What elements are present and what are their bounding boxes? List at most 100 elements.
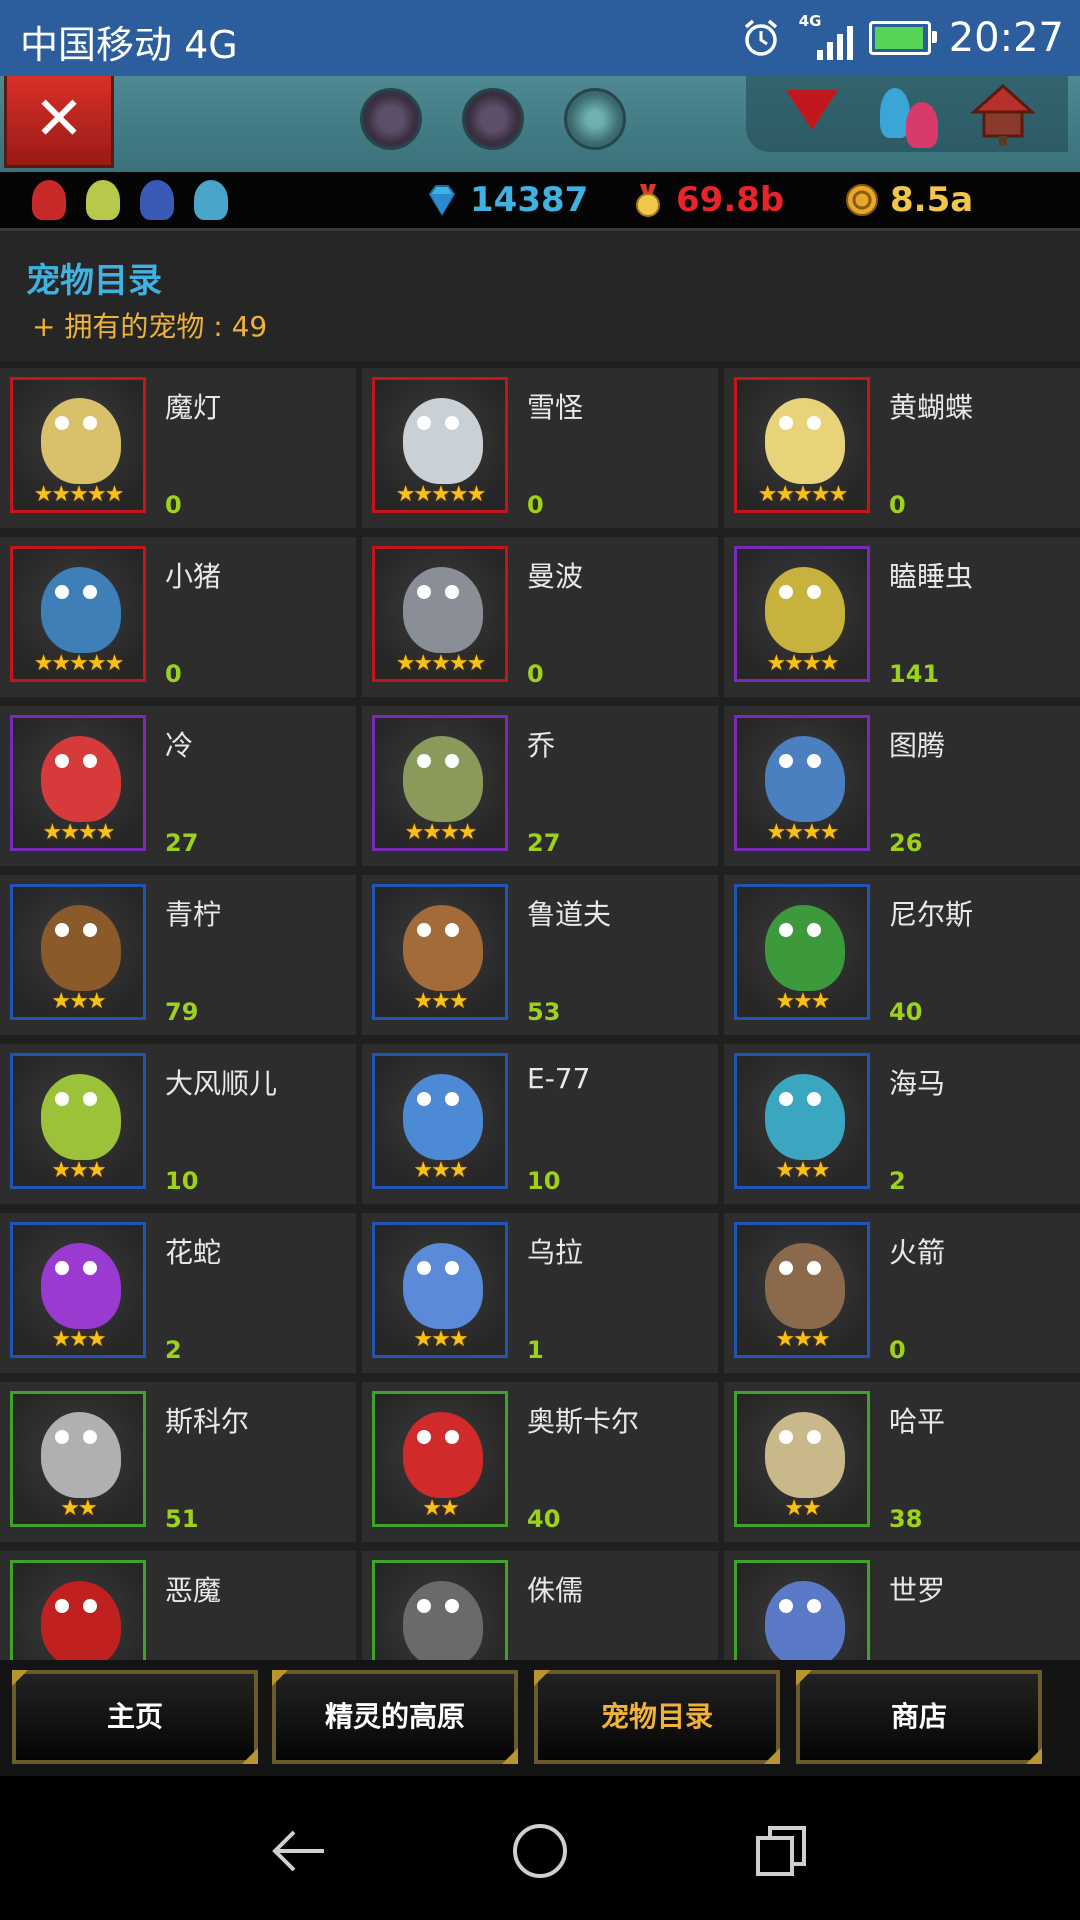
pet-name: 小猪 xyxy=(165,560,222,593)
nav-shop-button[interactable]: 商店 xyxy=(796,1670,1042,1764)
bottom-nav: 主页 精灵的高原 宠物目录 商店 xyxy=(0,1660,1080,1776)
hero-avatar[interactable] xyxy=(140,180,174,220)
status-bar: 中国移动 4G 4G 20:27 xyxy=(0,0,1080,76)
pet-portrait: ★★★ xyxy=(10,884,146,1020)
pet-portrait xyxy=(372,1560,508,1660)
pet-portrait: ★★★★★ xyxy=(10,546,146,682)
hero-avatar[interactable] xyxy=(32,180,66,220)
pet-stars: ★★★★ xyxy=(404,820,478,845)
pet-creature-icon xyxy=(41,398,121,484)
alarm-icon xyxy=(744,19,777,56)
pet-card[interactable]: ★★★★ 冷 27 xyxy=(0,706,356,866)
pet-name: 火箭 xyxy=(889,1236,946,1269)
pet-creature-icon xyxy=(403,1412,483,1498)
hero-avatar[interactable] xyxy=(86,180,120,220)
pet-card[interactable]: ★★ 奥斯卡尔 40 xyxy=(362,1382,718,1542)
pet-card[interactable]: ★★★★★ 雪怪 0 xyxy=(362,368,718,528)
pet-card[interactable]: ★★★★ 图腾 26 xyxy=(724,706,1080,866)
home-icon[interactable] xyxy=(505,1816,575,1886)
pet-count: 53 xyxy=(527,998,561,1026)
back-icon[interactable] xyxy=(264,1816,334,1886)
pet-card[interactable]: ★★★ 尼尔斯 40 xyxy=(724,875,1080,1035)
pet-card[interactable]: ★★★ 青柠 79 xyxy=(0,875,356,1035)
pet-card[interactable]: ★★ 斯科尔 51 xyxy=(0,1382,356,1542)
pet-card[interactable]: ★★★★ 乔 27 xyxy=(362,706,718,866)
pet-creature-icon xyxy=(41,1074,121,1160)
game-top-bar: ✕ xyxy=(0,76,1080,172)
pet-card[interactable]: ★★★ 火箭 0 xyxy=(724,1213,1080,1373)
pet-card[interactable]: ★★★ 大风顺儿 10 xyxy=(0,1044,356,1204)
system-nav-bar xyxy=(0,1776,1080,1920)
pet-portrait xyxy=(734,1560,870,1660)
pet-count: 0 xyxy=(889,491,906,519)
pet-card[interactable]: ★★★ 乌拉 1 xyxy=(362,1213,718,1373)
friends-icon[interactable] xyxy=(876,84,946,148)
pet-portrait xyxy=(10,1560,146,1660)
nav-plateau-button[interactable]: 精灵的高原 xyxy=(272,1670,518,1764)
pet-name: 海马 xyxy=(889,1067,946,1100)
pet-count: 10 xyxy=(165,1167,199,1195)
pet-name: 图腾 xyxy=(889,729,946,762)
pet-card[interactable]: ★★★★★ 魔灯 0 xyxy=(0,368,356,528)
pet-card[interactable]: ★★★★ 瞌睡虫 141 xyxy=(724,537,1080,697)
nav-home-button[interactable]: 主页 xyxy=(12,1670,258,1764)
pet-card[interactable]: ★★ 哈平 38 xyxy=(724,1382,1080,1542)
pet-card[interactable]: ★★★ 花蛇 2 xyxy=(0,1213,356,1373)
pet-name: 哈平 xyxy=(889,1405,946,1438)
pet-portrait: ★★★ xyxy=(10,1222,146,1358)
pet-portrait: ★★★ xyxy=(734,884,870,1020)
recents-icon[interactable] xyxy=(746,1816,816,1886)
pet-creature-icon xyxy=(403,905,483,991)
pet-name: 雪怪 xyxy=(527,391,584,424)
pet-stars: ★★★★ xyxy=(766,651,840,676)
pet-stars: ★★★★★ xyxy=(395,651,487,676)
pet-name: 斯科尔 xyxy=(165,1405,250,1438)
pet-portrait: ★★★ xyxy=(372,1053,508,1189)
pet-stars: ★★★★★ xyxy=(757,482,849,507)
pet-count: 1 xyxy=(527,1336,544,1364)
pet-card[interactable]: ★★★ E-77 10 xyxy=(362,1044,718,1204)
pet-stars: ★★ xyxy=(60,1496,97,1521)
dropdown-arrow-icon[interactable] xyxy=(786,90,838,130)
pet-card[interactable]: 世罗 xyxy=(724,1551,1080,1660)
pet-count: 0 xyxy=(527,491,544,519)
pet-creature-icon xyxy=(41,567,121,653)
pet-count: 79 xyxy=(165,998,199,1026)
pet-name: 冷 xyxy=(165,729,194,762)
pet-name: 侏儒 xyxy=(527,1574,584,1607)
pet-portrait: ★★★★★ xyxy=(372,546,508,682)
pet-card[interactable]: ★★★★★ 曼波 0 xyxy=(362,537,718,697)
pet-stars: ★★★ xyxy=(51,1327,106,1352)
pet-card[interactable]: 侏儒 xyxy=(362,1551,718,1660)
pet-card[interactable]: ★★★★★ 小猪 0 xyxy=(0,537,356,697)
wheel-icon[interactable] xyxy=(564,88,626,150)
pet-card[interactable]: ★★★★★ 黄蝴蝶 0 xyxy=(724,368,1080,528)
wheel-icon[interactable] xyxy=(462,88,524,150)
pet-card[interactable]: ★★★ 鲁道夫 53 xyxy=(362,875,718,1035)
pet-portrait: ★★★★ xyxy=(734,715,870,851)
clock: 20:27 xyxy=(948,15,1064,61)
wheel-icon[interactable] xyxy=(360,88,422,150)
pet-portrait: ★★★★ xyxy=(10,715,146,851)
pet-portrait: ★★★★ xyxy=(372,715,508,851)
pet-creature-icon xyxy=(765,567,845,653)
pet-card[interactable]: 恶魔 xyxy=(0,1551,356,1660)
pet-creature-icon xyxy=(403,567,483,653)
close-button[interactable]: ✕ xyxy=(4,76,114,168)
pet-creature-icon xyxy=(403,1581,483,1660)
page-header: 宠物目录 + 拥有的宠物 : 49 xyxy=(0,231,1080,361)
hero-avatar[interactable] xyxy=(194,180,228,220)
pet-name: 乌拉 xyxy=(527,1236,584,1269)
pet-name: 瞌睡虫 xyxy=(889,560,974,593)
house-icon[interactable] xyxy=(970,82,1036,148)
pet-creature-icon xyxy=(765,736,845,822)
pet-portrait: ★★★ xyxy=(734,1222,870,1358)
pet-count: 10 xyxy=(527,1167,561,1195)
nav-pets-button[interactable]: 宠物目录 xyxy=(534,1670,780,1764)
pet-card[interactable]: ★★★ 海马 2 xyxy=(724,1044,1080,1204)
pet-count: 27 xyxy=(165,829,199,857)
pet-creature-icon xyxy=(403,736,483,822)
pet-creature-icon xyxy=(41,1243,121,1329)
pet-portrait: ★★ xyxy=(10,1391,146,1527)
pet-creature-icon xyxy=(765,1243,845,1329)
